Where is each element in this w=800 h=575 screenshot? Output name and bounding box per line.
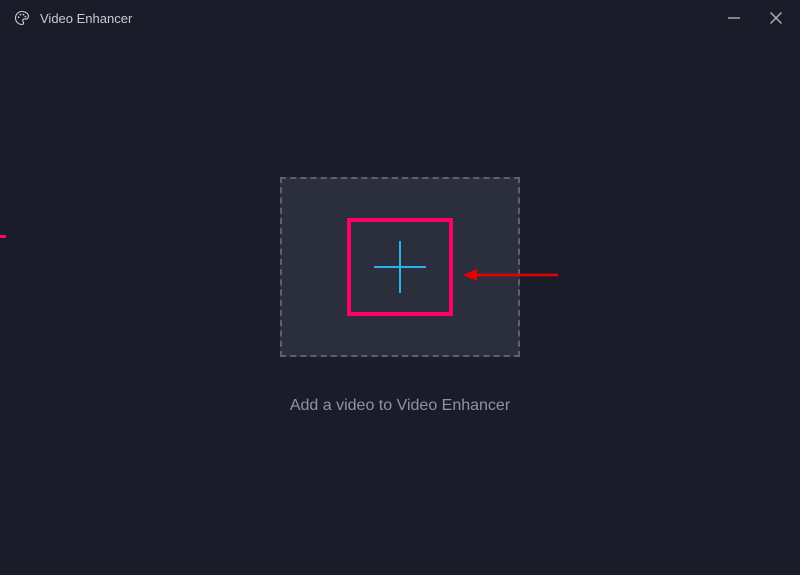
- titlebar: Video Enhancer: [0, 0, 800, 36]
- dropzone-hint: Add a video to Video Enhancer: [290, 397, 510, 415]
- minimize-button[interactable]: [724, 8, 744, 28]
- app-title: Video Enhancer: [40, 11, 132, 26]
- annotation-edge-marker: [0, 235, 6, 238]
- titlebar-left: Video Enhancer: [14, 10, 132, 26]
- main-content: Add a video to Video Enhancer: [0, 36, 800, 575]
- window-controls: [724, 8, 786, 28]
- add-video-dropzone[interactable]: [280, 177, 520, 357]
- plus-icon: [374, 241, 426, 293]
- palette-icon: [14, 10, 30, 26]
- close-button[interactable]: [766, 8, 786, 28]
